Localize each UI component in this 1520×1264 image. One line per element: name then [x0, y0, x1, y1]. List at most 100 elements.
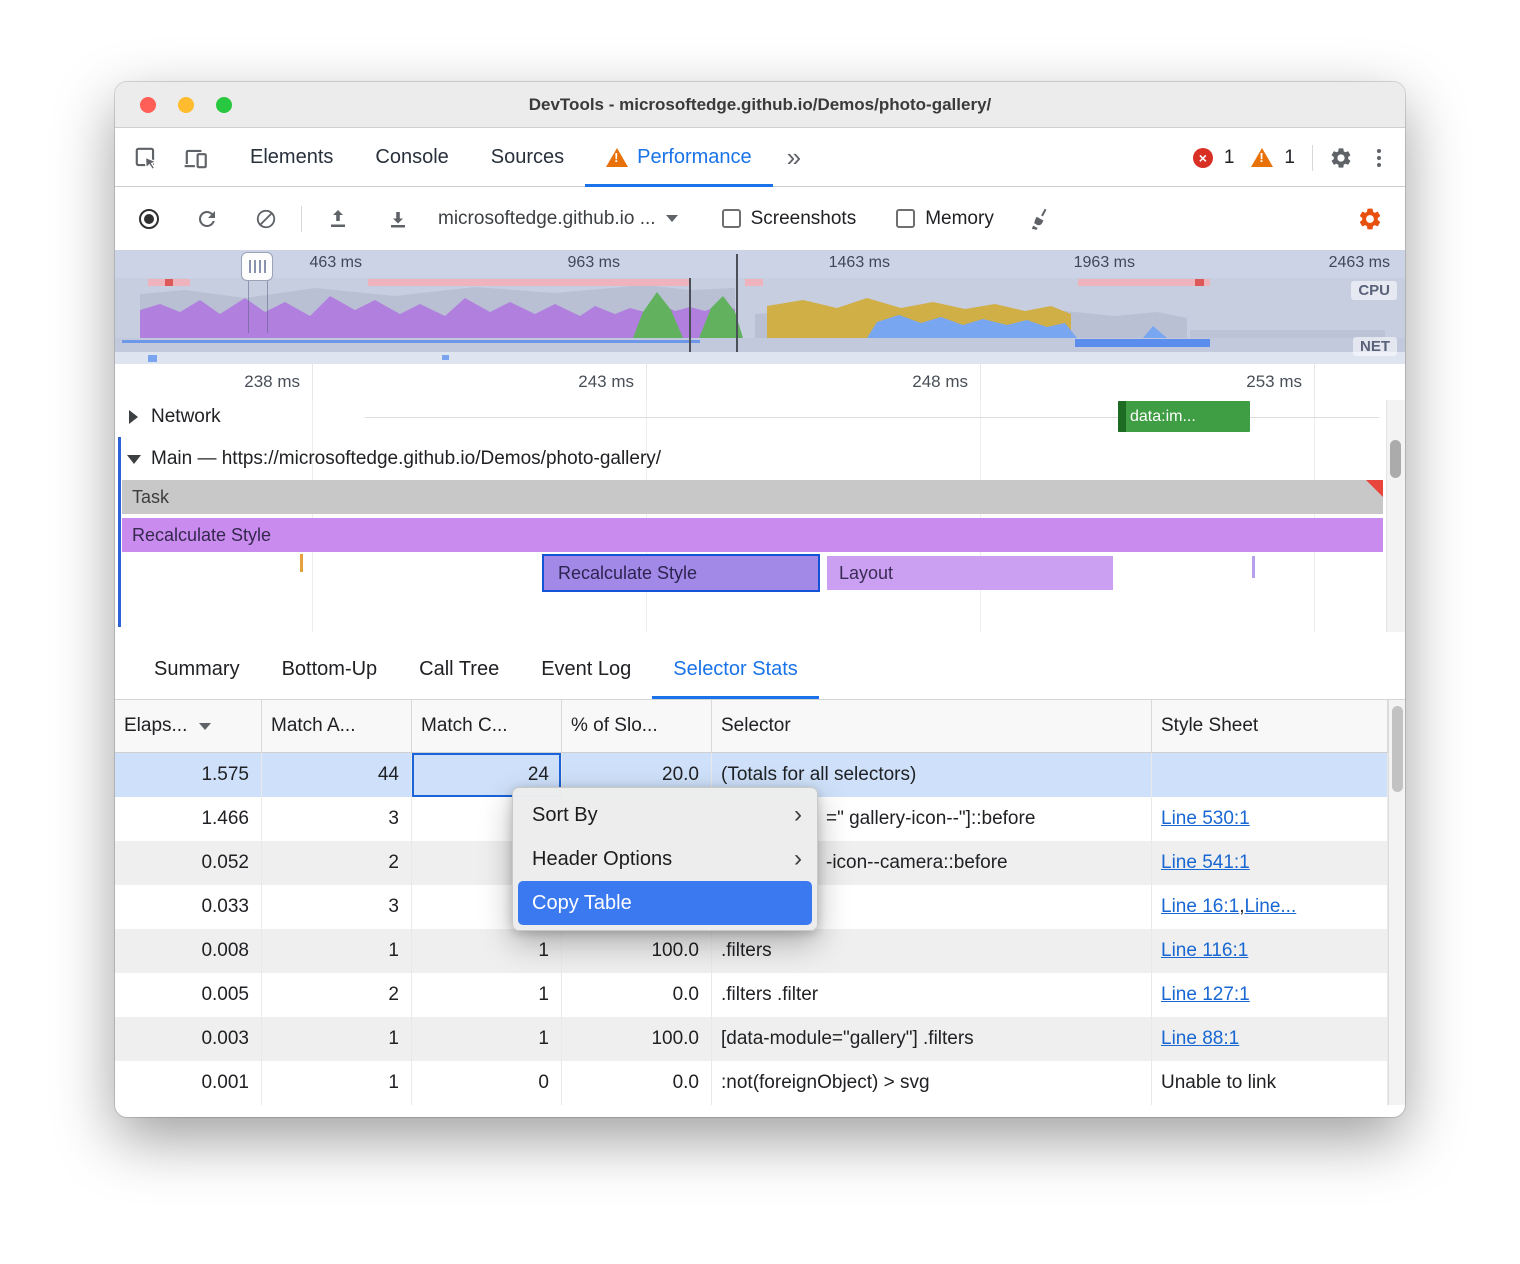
- gear-icon: [1329, 146, 1353, 170]
- header-elapsed[interactable]: Elaps...: [115, 700, 262, 752]
- settings-button[interactable]: [1324, 141, 1358, 175]
- selector-cell: .filters .filter: [712, 973, 1152, 1017]
- header-selector[interactable]: Selector: [712, 700, 1152, 752]
- tracks-scrollbar[interactable]: [1386, 400, 1405, 632]
- cpu-label: CPU: [1351, 281, 1397, 300]
- elapsed-cell: 0.052: [115, 841, 262, 885]
- ruler-time-label: 238 ms: [210, 372, 300, 392]
- header-match-count[interactable]: Match C...: [412, 700, 562, 752]
- net-label: NET: [1353, 337, 1397, 356]
- window-title: DevTools - microsoftedge.github.io/Demos…: [115, 82, 1405, 128]
- menu-item-header-options[interactable]: Header Options ›: [518, 837, 812, 881]
- collect-garbage-button[interactable]: [1030, 207, 1054, 231]
- recalculate-style-event-bar[interactable]: Recalculate Style: [122, 518, 1383, 552]
- stylesheet-link[interactable]: Line 541:1: [1161, 852, 1250, 874]
- save-profile-button[interactable]: [386, 207, 410, 231]
- memory-checkbox[interactable]: [896, 209, 915, 228]
- status-cluster: × 1 ! 1: [1193, 141, 1405, 175]
- device-toolbar-button[interactable]: [179, 141, 213, 175]
- warning-count: 1: [1284, 147, 1295, 169]
- event-tick[interactable]: [1252, 556, 1255, 578]
- elapsed-cell: 0.033: [115, 885, 262, 929]
- record-button[interactable]: [139, 209, 159, 229]
- more-tabs-icon[interactable]: »: [773, 142, 815, 173]
- performance-toolbar: microsoftedge.github.io ... Screenshots …: [115, 187, 1405, 250]
- header-style-sheet[interactable]: Style Sheet: [1152, 700, 1388, 752]
- layout-event-bar[interactable]: Layout: [827, 556, 1113, 590]
- chevron-down-icon: [666, 215, 678, 222]
- tab-summary[interactable]: Summary: [133, 640, 261, 699]
- load-profile-button[interactable]: [326, 207, 350, 231]
- track-selection-edge: [118, 437, 121, 627]
- stylesheet-link[interactable]: Line 127:1: [1161, 984, 1250, 1006]
- cpu-activity-chart[interactable]: [115, 278, 1405, 364]
- close-window-button[interactable]: [140, 97, 156, 113]
- capture-settings-button[interactable]: [1357, 206, 1383, 232]
- selection-edge: [248, 281, 249, 333]
- zoom-window-button[interactable]: [216, 97, 232, 113]
- timeline-overview[interactable]: 463 ms 963 ms 1463 ms 1963 ms 2463 ms: [115, 250, 1405, 364]
- stylesheet-cell: Line 127:1: [1152, 973, 1388, 1017]
- clear-button[interactable]: [255, 208, 277, 230]
- titlebar: DevTools - microsoftedge.github.io/Demos…: [115, 82, 1405, 128]
- divider: [1312, 145, 1313, 171]
- memory-checkbox-group[interactable]: Memory: [896, 208, 994, 230]
- table-row[interactable]: 0.001 1 0 0.0 :not(foreignObject) > svg …: [115, 1061, 1388, 1105]
- tab-selector-stats[interactable]: Selector Stats: [652, 640, 819, 699]
- stylesheet-link[interactable]: Line 116:1: [1161, 940, 1248, 962]
- table-row[interactable]: 0.008 1 1 100.0 .filters Line 116:1: [115, 929, 1388, 973]
- gear-icon: [1357, 206, 1383, 232]
- stylesheet-link[interactable]: Line 530:1: [1161, 808, 1250, 830]
- main-track-label[interactable]: Main — https://microsoftedge.github.io/D…: [151, 440, 661, 478]
- screenshots-checkbox[interactable]: [722, 209, 741, 228]
- event-tick[interactable]: [300, 554, 303, 572]
- inspect-icon: [133, 145, 159, 171]
- error-badge-icon[interactable]: ×: [1193, 148, 1213, 168]
- match-attempts-cell: 1: [262, 1061, 412, 1105]
- device-toolbar-icon: [183, 145, 209, 171]
- stylesheet-link[interactable]: Line 16:1: [1161, 896, 1239, 918]
- main-disclosure-icon[interactable]: [127, 455, 141, 464]
- devtools-window: DevTools - microsoftedge.github.io/Demos…: [115, 82, 1405, 1117]
- selector-cell: :not(foreignObject) > svg: [712, 1061, 1152, 1105]
- tab-event-log[interactable]: Event Log: [520, 640, 652, 699]
- tab-performance[interactable]: ! Performance: [585, 129, 773, 187]
- header-pct-slow[interactable]: % of Slo...: [562, 700, 712, 752]
- header-match-attempts[interactable]: Match A...: [262, 700, 412, 752]
- tab-console[interactable]: Console: [354, 129, 469, 187]
- tab-elements[interactable]: Elements: [229, 129, 354, 187]
- overview-time-label: 1463 ms: [800, 254, 890, 272]
- network-disclosure-icon[interactable]: [129, 410, 138, 424]
- menu-item-sort-by[interactable]: Sort By ›: [518, 793, 812, 837]
- selected-recalculate-style-event[interactable]: Recalculate Style: [542, 554, 820, 592]
- tracks-scrollbar-thumb[interactable]: [1390, 440, 1401, 478]
- stylesheet-link[interactable]: Line 88:1: [1161, 1028, 1239, 1050]
- elapsed-cell: 0.001: [115, 1061, 262, 1105]
- overview-drag-handle[interactable]: [241, 252, 273, 281]
- table-row[interactable]: 0.003 1 1 100.0 [data-module="gallery"] …: [115, 1017, 1388, 1061]
- network-request-bar[interactable]: data:im...: [1118, 401, 1250, 432]
- inspect-element-button[interactable]: [129, 141, 163, 175]
- table-scrollbar[interactable]: [1388, 700, 1405, 1105]
- stylesheet-cell: Line 541:1: [1152, 841, 1388, 885]
- table-scrollbar-thumb[interactable]: [1392, 706, 1403, 792]
- kebab-menu-icon[interactable]: [1369, 149, 1389, 167]
- match-attempts-cell: 44: [262, 753, 412, 797]
- pct-cell: 100.0: [562, 929, 712, 973]
- overview-time-label: 2463 ms: [1300, 254, 1390, 272]
- tab-bottom-up[interactable]: Bottom-Up: [261, 640, 399, 699]
- task-event-bar[interactable]: Task: [122, 480, 1383, 514]
- tab-call-tree[interactable]: Call Tree: [398, 640, 520, 699]
- stylesheet-link[interactable]: Line...: [1244, 896, 1296, 918]
- reload-and-record-button[interactable]: [195, 207, 219, 231]
- screenshots-checkbox-group[interactable]: Screenshots: [722, 208, 857, 230]
- table-row[interactable]: 0.005 2 1 0.0 .filters .filter Line 127:…: [115, 973, 1388, 1017]
- minimize-window-button[interactable]: [178, 97, 194, 113]
- profile-select[interactable]: microsoftedge.github.io ...: [438, 208, 678, 230]
- network-track-label[interactable]: Network: [151, 400, 221, 434]
- tab-sources[interactable]: Sources: [470, 129, 585, 187]
- selector-cell: [data-module="gallery"] .filters: [712, 1017, 1152, 1061]
- menu-item-copy-table[interactable]: Copy Table: [518, 881, 812, 925]
- warning-badge-icon[interactable]: !: [1251, 148, 1273, 167]
- block-icon: [255, 208, 277, 230]
